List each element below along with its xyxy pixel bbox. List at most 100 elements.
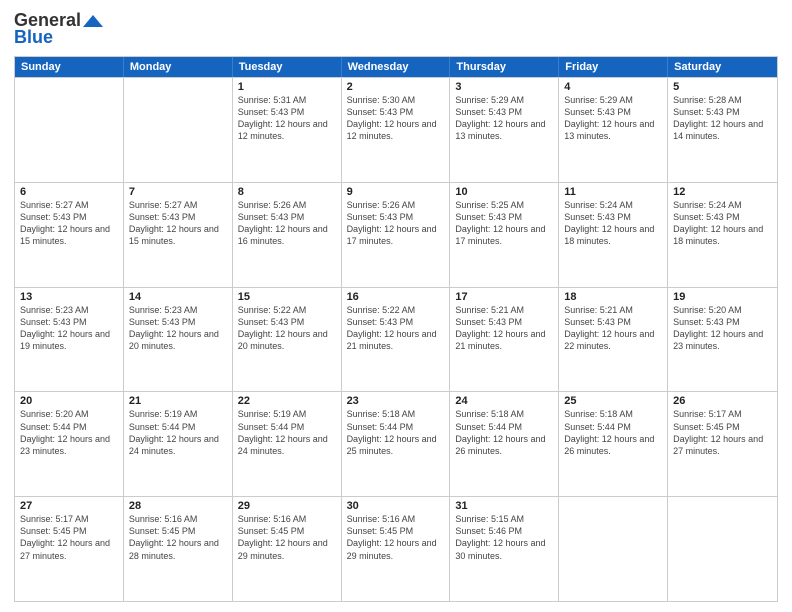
day-number: 24 <box>455 395 553 407</box>
day-info: Sunrise: 5:16 AM Sunset: 5:45 PM Dayligh… <box>238 513 336 562</box>
day-number: 15 <box>238 291 336 303</box>
table-row: 9Sunrise: 5:26 AM Sunset: 5:43 PM Daylig… <box>342 183 451 287</box>
table-row: 1Sunrise: 5:31 AM Sunset: 5:43 PM Daylig… <box>233 78 342 182</box>
day-info: Sunrise: 5:23 AM Sunset: 5:43 PM Dayligh… <box>20 304 118 353</box>
calendar-row-2: 6Sunrise: 5:27 AM Sunset: 5:43 PM Daylig… <box>15 182 777 287</box>
day-info: Sunrise: 5:18 AM Sunset: 5:44 PM Dayligh… <box>347 408 445 457</box>
day-info: Sunrise: 5:29 AM Sunset: 5:43 PM Dayligh… <box>455 94 553 143</box>
day-info: Sunrise: 5:17 AM Sunset: 5:45 PM Dayligh… <box>20 513 118 562</box>
day-number: 29 <box>238 500 336 512</box>
day-info: Sunrise: 5:29 AM Sunset: 5:43 PM Dayligh… <box>564 94 662 143</box>
table-row: 24Sunrise: 5:18 AM Sunset: 5:44 PM Dayli… <box>450 392 559 496</box>
table-row: 2Sunrise: 5:30 AM Sunset: 5:43 PM Daylig… <box>342 78 451 182</box>
day-number: 19 <box>673 291 772 303</box>
calendar-row-3: 13Sunrise: 5:23 AM Sunset: 5:43 PM Dayli… <box>15 287 777 392</box>
day-number: 16 <box>347 291 445 303</box>
day-info: Sunrise: 5:20 AM Sunset: 5:43 PM Dayligh… <box>673 304 772 353</box>
logo-blue-text: Blue <box>14 27 53 48</box>
day-number: 27 <box>20 500 118 512</box>
day-number: 20 <box>20 395 118 407</box>
calendar-header: Sunday Monday Tuesday Wednesday Thursday… <box>15 57 777 77</box>
logo-arrow-icon <box>83 15 103 27</box>
header-tuesday: Tuesday <box>233 57 342 77</box>
day-number: 31 <box>455 500 553 512</box>
table-row: 30Sunrise: 5:16 AM Sunset: 5:45 PM Dayli… <box>342 497 451 601</box>
logo: General Blue <box>14 10 103 48</box>
table-row: 28Sunrise: 5:16 AM Sunset: 5:45 PM Dayli… <box>124 497 233 601</box>
day-info: Sunrise: 5:19 AM Sunset: 5:44 PM Dayligh… <box>129 408 227 457</box>
day-info: Sunrise: 5:22 AM Sunset: 5:43 PM Dayligh… <box>347 304 445 353</box>
day-number: 23 <box>347 395 445 407</box>
day-number: 10 <box>455 186 553 198</box>
table-row: 3Sunrise: 5:29 AM Sunset: 5:43 PM Daylig… <box>450 78 559 182</box>
day-number: 4 <box>564 81 662 93</box>
header-friday: Friday <box>559 57 668 77</box>
day-number: 9 <box>347 186 445 198</box>
day-info: Sunrise: 5:28 AM Sunset: 5:43 PM Dayligh… <box>673 94 772 143</box>
day-info: Sunrise: 5:22 AM Sunset: 5:43 PM Dayligh… <box>238 304 336 353</box>
table-row: 27Sunrise: 5:17 AM Sunset: 5:45 PM Dayli… <box>15 497 124 601</box>
day-number: 14 <box>129 291 227 303</box>
table-row: 6Sunrise: 5:27 AM Sunset: 5:43 PM Daylig… <box>15 183 124 287</box>
calendar-body: 1Sunrise: 5:31 AM Sunset: 5:43 PM Daylig… <box>15 77 777 601</box>
table-row <box>124 78 233 182</box>
day-info: Sunrise: 5:26 AM Sunset: 5:43 PM Dayligh… <box>347 199 445 248</box>
day-info: Sunrise: 5:15 AM Sunset: 5:46 PM Dayligh… <box>455 513 553 562</box>
table-row: 29Sunrise: 5:16 AM Sunset: 5:45 PM Dayli… <box>233 497 342 601</box>
day-info: Sunrise: 5:21 AM Sunset: 5:43 PM Dayligh… <box>455 304 553 353</box>
day-number: 21 <box>129 395 227 407</box>
day-info: Sunrise: 5:16 AM Sunset: 5:45 PM Dayligh… <box>129 513 227 562</box>
table-row: 31Sunrise: 5:15 AM Sunset: 5:46 PM Dayli… <box>450 497 559 601</box>
day-info: Sunrise: 5:20 AM Sunset: 5:44 PM Dayligh… <box>20 408 118 457</box>
table-row: 12Sunrise: 5:24 AM Sunset: 5:43 PM Dayli… <box>668 183 777 287</box>
table-row: 5Sunrise: 5:28 AM Sunset: 5:43 PM Daylig… <box>668 78 777 182</box>
calendar-row-4: 20Sunrise: 5:20 AM Sunset: 5:44 PM Dayli… <box>15 391 777 496</box>
table-row: 21Sunrise: 5:19 AM Sunset: 5:44 PM Dayli… <box>124 392 233 496</box>
day-number: 28 <box>129 500 227 512</box>
day-number: 25 <box>564 395 662 407</box>
table-row: 16Sunrise: 5:22 AM Sunset: 5:43 PM Dayli… <box>342 288 451 392</box>
table-row: 23Sunrise: 5:18 AM Sunset: 5:44 PM Dayli… <box>342 392 451 496</box>
day-info: Sunrise: 5:27 AM Sunset: 5:43 PM Dayligh… <box>20 199 118 248</box>
day-number: 7 <box>129 186 227 198</box>
day-number: 6 <box>20 186 118 198</box>
day-number: 11 <box>564 186 662 198</box>
day-info: Sunrise: 5:25 AM Sunset: 5:43 PM Dayligh… <box>455 199 553 248</box>
table-row: 14Sunrise: 5:23 AM Sunset: 5:43 PM Dayli… <box>124 288 233 392</box>
day-info: Sunrise: 5:27 AM Sunset: 5:43 PM Dayligh… <box>129 199 227 248</box>
day-info: Sunrise: 5:17 AM Sunset: 5:45 PM Dayligh… <box>673 408 772 457</box>
table-row: 20Sunrise: 5:20 AM Sunset: 5:44 PM Dayli… <box>15 392 124 496</box>
table-row: 22Sunrise: 5:19 AM Sunset: 5:44 PM Dayli… <box>233 392 342 496</box>
day-number: 12 <box>673 186 772 198</box>
table-row: 18Sunrise: 5:21 AM Sunset: 5:43 PM Dayli… <box>559 288 668 392</box>
header: General Blue <box>14 10 778 48</box>
day-info: Sunrise: 5:19 AM Sunset: 5:44 PM Dayligh… <box>238 408 336 457</box>
calendar: Sunday Monday Tuesday Wednesday Thursday… <box>14 56 778 602</box>
day-number: 26 <box>673 395 772 407</box>
table-row: 7Sunrise: 5:27 AM Sunset: 5:43 PM Daylig… <box>124 183 233 287</box>
day-number: 30 <box>347 500 445 512</box>
day-number: 22 <box>238 395 336 407</box>
day-info: Sunrise: 5:21 AM Sunset: 5:43 PM Dayligh… <box>564 304 662 353</box>
day-number: 18 <box>564 291 662 303</box>
table-row: 15Sunrise: 5:22 AM Sunset: 5:43 PM Dayli… <box>233 288 342 392</box>
day-info: Sunrise: 5:18 AM Sunset: 5:44 PM Dayligh… <box>455 408 553 457</box>
header-monday: Monday <box>124 57 233 77</box>
table-row <box>15 78 124 182</box>
table-row: 4Sunrise: 5:29 AM Sunset: 5:43 PM Daylig… <box>559 78 668 182</box>
day-info: Sunrise: 5:31 AM Sunset: 5:43 PM Dayligh… <box>238 94 336 143</box>
table-row: 10Sunrise: 5:25 AM Sunset: 5:43 PM Dayli… <box>450 183 559 287</box>
table-row: 8Sunrise: 5:26 AM Sunset: 5:43 PM Daylig… <box>233 183 342 287</box>
header-sunday: Sunday <box>15 57 124 77</box>
day-info: Sunrise: 5:23 AM Sunset: 5:43 PM Dayligh… <box>129 304 227 353</box>
day-number: 17 <box>455 291 553 303</box>
table-row: 26Sunrise: 5:17 AM Sunset: 5:45 PM Dayli… <box>668 392 777 496</box>
day-info: Sunrise: 5:26 AM Sunset: 5:43 PM Dayligh… <box>238 199 336 248</box>
calendar-row-5: 27Sunrise: 5:17 AM Sunset: 5:45 PM Dayli… <box>15 496 777 601</box>
table-row: 11Sunrise: 5:24 AM Sunset: 5:43 PM Dayli… <box>559 183 668 287</box>
calendar-row-1: 1Sunrise: 5:31 AM Sunset: 5:43 PM Daylig… <box>15 77 777 182</box>
header-wednesday: Wednesday <box>342 57 451 77</box>
day-info: Sunrise: 5:18 AM Sunset: 5:44 PM Dayligh… <box>564 408 662 457</box>
table-row: 25Sunrise: 5:18 AM Sunset: 5:44 PM Dayli… <box>559 392 668 496</box>
day-info: Sunrise: 5:24 AM Sunset: 5:43 PM Dayligh… <box>673 199 772 248</box>
